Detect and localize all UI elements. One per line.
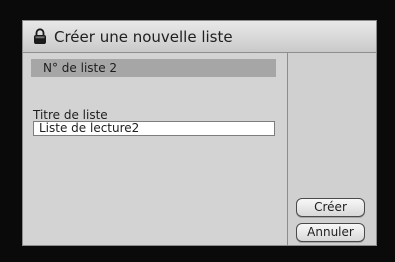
left-panel: N° de liste 2 Titre de liste Liste de le… <box>23 53 288 245</box>
right-panel: Créer Annuler <box>288 53 376 245</box>
lock-icon <box>33 28 47 45</box>
dialog-titlebar: Créer une nouvelle liste <box>23 21 376 53</box>
create-button[interactable]: Créer <box>296 198 365 217</box>
new-list-dialog: Créer une nouvelle liste N° de liste 2 T… <box>22 20 377 246</box>
cancel-button[interactable]: Annuler <box>296 223 365 242</box>
list-number-text: N° de liste 2 <box>43 61 118 75</box>
list-number-bar: N° de liste 2 <box>31 59 276 77</box>
list-title-input[interactable]: Liste de lecture2 <box>33 121 275 136</box>
list-title-label: Titre de liste <box>33 108 108 122</box>
dialog-title: Créer une nouvelle liste <box>54 28 233 46</box>
